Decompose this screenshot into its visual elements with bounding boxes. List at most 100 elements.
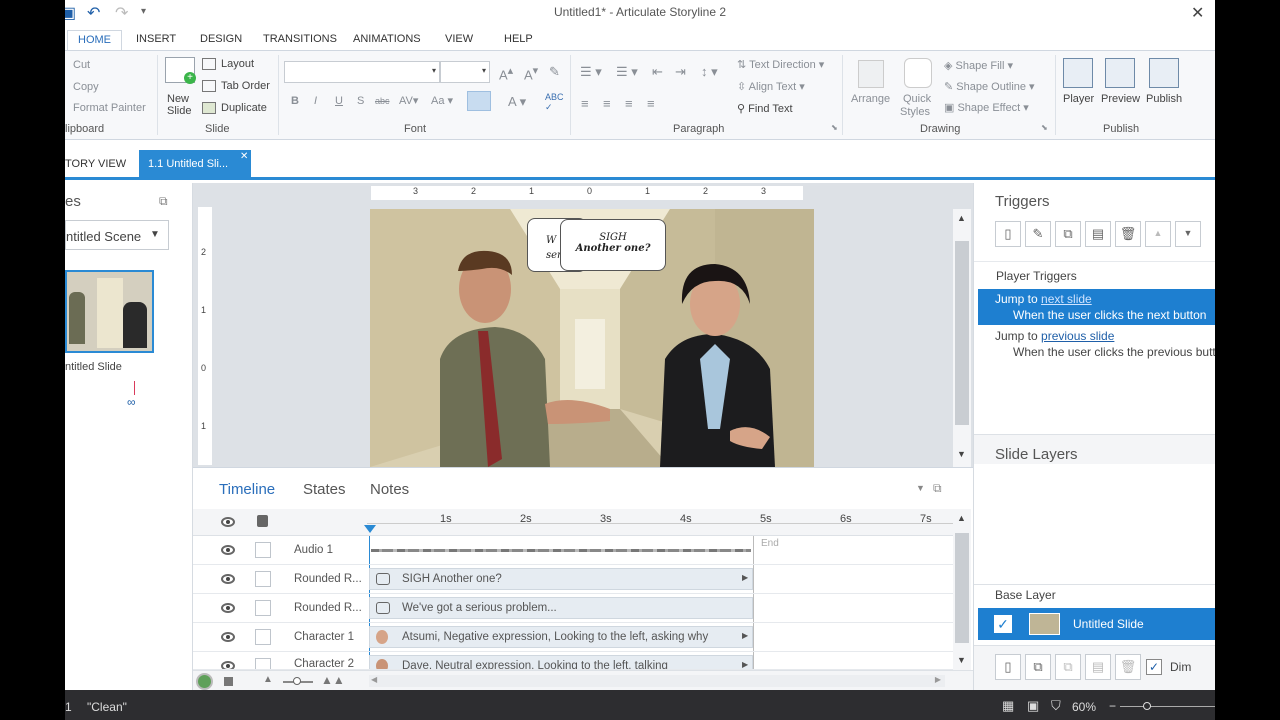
publish-icon[interactable]: [1149, 58, 1179, 88]
slide-view-icon[interactable]: ▣: [1027, 698, 1039, 714]
copy-trigger-icon[interactable]: ⧉: [1055, 221, 1081, 247]
scene-select[interactable]: ntitled Scene ▼: [65, 220, 169, 250]
slide-thumbnail[interactable]: [65, 270, 154, 353]
lock-checkbox[interactable]: [255, 629, 271, 645]
character-spacing-icon[interactable]: AV▾: [399, 94, 418, 107]
trigger-item-previous[interactable]: Jump to previous slide When the user cli…: [978, 326, 1215, 362]
shape-effect-button[interactable]: ▣ Shape Effect ▾: [944, 101, 1029, 114]
arrange-button[interactable]: Arrange: [851, 93, 890, 105]
dim-checkbox[interactable]: ✓: [1146, 659, 1162, 675]
visibility-icon[interactable]: [221, 545, 235, 555]
layer-visibility-checkbox[interactable]: ✓: [994, 615, 1012, 633]
shrink-font-icon[interactable]: A▾: [524, 64, 538, 82]
paragraph-dialog-launcher-icon[interactable]: ⬊: [831, 123, 838, 132]
justify-icon[interactable]: ≡: [647, 96, 655, 111]
zoom-out-icon[interactable]: −: [1109, 699, 1116, 713]
fit-icon[interactable]: ⛉: [1051, 698, 1061, 714]
timeline-row[interactable]: Character 1 Atsumi, Negative expression,…: [193, 623, 953, 652]
base-layer-item[interactable]: ✓ Untitled Slide: [978, 608, 1215, 640]
timeline-bar[interactable]: Atsumi, Negative expression, Looking to …: [369, 626, 753, 648]
preview-icon[interactable]: [1105, 58, 1135, 88]
playhead-icon[interactable]: [364, 525, 376, 533]
underline-icon[interactable]: U: [335, 95, 343, 107]
new-slide-label-2[interactable]: Slide: [167, 105, 191, 117]
duplicate-layer-icon[interactable]: ⧉: [1025, 654, 1051, 680]
shape-outline-button[interactable]: ✎ Shape Outline ▾: [944, 80, 1035, 93]
shape-fill-button[interactable]: ◈ Shape Fill ▾: [944, 59, 1013, 72]
clear-formatting-icon[interactable]: ✎: [549, 64, 560, 80]
timeline-bar[interactable]: We've got a serious problem...: [369, 597, 753, 619]
audio-waveform[interactable]: [371, 549, 751, 552]
shadow-icon[interactable]: S: [357, 95, 364, 107]
trigger-target-link[interactable]: next slide: [1041, 292, 1092, 306]
stage-scrollbar[interactable]: ▲ ▼: [953, 209, 971, 467]
tab-animations[interactable]: ANIMATIONS: [353, 30, 421, 50]
panel-restore-icon[interactable]: ⧉: [159, 194, 168, 209]
notes-tab[interactable]: Notes: [370, 481, 409, 498]
font-family-select[interactable]: ▾: [284, 61, 440, 83]
visibility-icon[interactable]: [221, 632, 235, 642]
arrange-icon[interactable]: [858, 60, 884, 88]
publish-button[interactable]: Publish: [1146, 93, 1182, 105]
drawing-dialog-launcher-icon[interactable]: ⬊: [1041, 123, 1048, 132]
timeline-zoom-thumb[interactable]: [293, 677, 301, 685]
quick-styles-label-1[interactable]: Quick: [903, 93, 931, 105]
bold-icon[interactable]: B: [291, 95, 299, 107]
change-case-icon[interactable]: Aa ▾: [431, 94, 453, 107]
delete-layer-icon[interactable]: 🗑: [1115, 654, 1141, 680]
stop-icon[interactable]: [224, 677, 233, 686]
zoom-out-icon[interactable]: ▲: [263, 674, 273, 685]
find-text-button[interactable]: ⚲ Find Text: [737, 102, 793, 115]
align-right-icon[interactable]: ≡: [625, 96, 633, 111]
quick-styles-icon[interactable]: [904, 58, 932, 88]
preview-button[interactable]: Preview: [1101, 93, 1140, 105]
expand-arrow-icon[interactable]: ▶: [742, 573, 748, 582]
copy-layer-icon[interactable]: ⧉: [1055, 654, 1081, 680]
new-slide-icon[interactable]: +: [165, 57, 196, 84]
tab-transitions[interactable]: TRANSITIONS: [263, 30, 337, 50]
line-spacing-icon[interactable]: ↕ ▾: [701, 64, 718, 80]
states-tab[interactable]: States: [303, 481, 346, 498]
speech-bubble-front[interactable]: SIGH Another one?: [560, 219, 666, 271]
timeline-hscrollbar[interactable]: ◀ ▶: [369, 675, 945, 687]
edit-trigger-icon[interactable]: ✎: [1025, 221, 1051, 247]
scroll-up-icon[interactable]: ▲: [957, 213, 966, 223]
layout-button[interactable]: Layout: [221, 58, 254, 70]
scrollbar-thumb[interactable]: [955, 241, 969, 425]
timeline-row[interactable]: Rounded R... We've got a serious problem…: [193, 594, 953, 623]
player-button[interactable]: Player: [1063, 93, 1094, 105]
timeline-row[interactable]: Character 2 Dave, Neutral expression, Lo…: [193, 652, 953, 670]
bullets-icon[interactable]: ☰ ▾: [580, 64, 602, 80]
slide-tab[interactable]: 1.1 Untitled Sli... ✕: [139, 150, 251, 180]
strikethrough-icon[interactable]: abc: [375, 96, 390, 106]
spelling-icon[interactable]: ABC ✓: [545, 92, 564, 113]
panel-restore-icon[interactable]: ⧉: [933, 481, 942, 496]
timeline-bar[interactable]: Dave, Neutral expression, Looking to the…: [369, 655, 753, 669]
align-center-icon[interactable]: ≡: [603, 96, 611, 111]
new-slide-label-1[interactable]: New: [167, 93, 189, 105]
tab-insert[interactable]: INSERT: [136, 30, 176, 50]
zoom-slider-thumb[interactable]: [1143, 702, 1151, 710]
new-layer-icon[interactable]: ▯: [995, 654, 1021, 680]
numbering-icon[interactable]: ☰ ▾: [616, 64, 638, 80]
tab-design[interactable]: DESIGN: [200, 30, 242, 50]
timeline-scrollbar[interactable]: ▲ ▼: [953, 509, 971, 670]
font-color-icon[interactable]: A ▾: [508, 94, 526, 110]
lock-all-icon[interactable]: [257, 515, 268, 527]
visibility-icon[interactable]: [221, 603, 235, 613]
tab-view[interactable]: VIEW: [445, 30, 473, 50]
scrollbar-thumb[interactable]: [955, 533, 969, 643]
lock-checkbox[interactable]: [255, 658, 271, 669]
story-view-tab[interactable]: TORY VIEW: [65, 150, 126, 180]
font-size-select[interactable]: ▾: [440, 61, 490, 83]
visibility-icon[interactable]: [221, 661, 235, 669]
cut-button[interactable]: Cut: [73, 59, 90, 71]
copy-button[interactable]: Copy: [73, 81, 99, 93]
paste-trigger-icon[interactable]: ▤: [1085, 221, 1111, 247]
scroll-down-icon[interactable]: ▼: [957, 449, 966, 459]
close-tab-icon[interactable]: ✕: [240, 151, 248, 162]
increase-indent-icon[interactable]: ⇥: [675, 64, 686, 80]
timeline-row[interactable]: Rounded R... SIGH Another one? ▶: [193, 565, 953, 594]
lock-checkbox[interactable]: [255, 571, 271, 587]
show-all-icon[interactable]: [221, 517, 235, 527]
